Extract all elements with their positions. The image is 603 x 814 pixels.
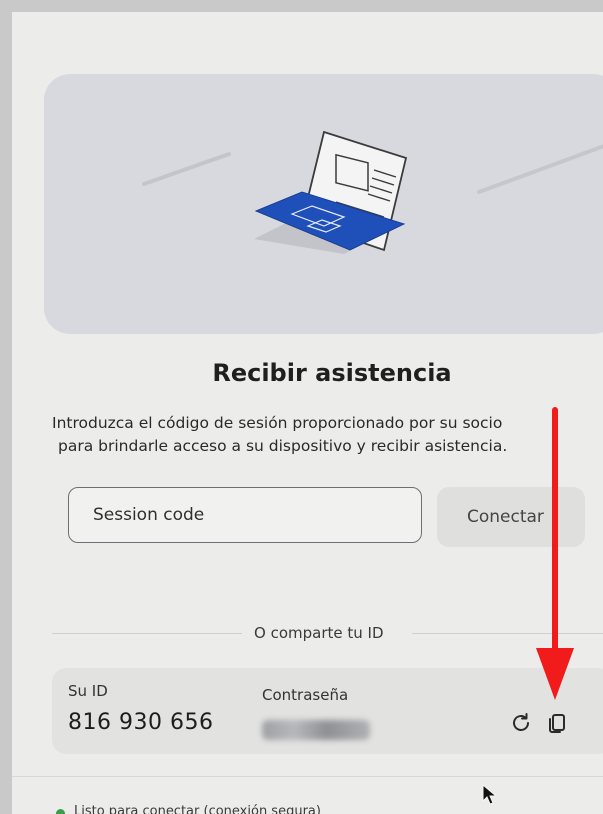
copy-credentials-button[interactable] <box>542 708 572 738</box>
connect-button[interactable]: Conectar <box>437 487 585 547</box>
divider-left <box>52 633 242 634</box>
status-text: Listo para conectar (conexión segura) <box>74 804 321 814</box>
page-title: Recibir asistencia <box>212 359 452 387</box>
session-code-input[interactable] <box>68 487 422 543</box>
copy-icon <box>549 714 565 733</box>
description-line-1: Introduzca el código de sesión proporcio… <box>52 414 503 432</box>
password-value-blurred <box>262 720 370 740</box>
hero-banner <box>44 74 603 334</box>
laptop-illustration-icon <box>142 130 603 254</box>
password-label: Contraseña <box>262 686 349 704</box>
mouse-cursor-icon <box>482 784 498 805</box>
id-card: Su ID 816 930 656 Contraseña <box>52 668 603 754</box>
description-line-2: para brindarle acceso a su dispositivo y… <box>58 437 508 455</box>
id-value: 816 930 656 <box>68 710 214 735</box>
refresh-password-button[interactable] <box>506 708 536 738</box>
support-app-window: Recibir asistencia Introduzca el código … <box>12 12 603 814</box>
divider-right <box>412 633 603 634</box>
page-description: Introduzca el código de sesión proporcio… <box>52 412 603 458</box>
share-id-label: O comparte tu ID <box>250 624 388 642</box>
status-indicator-dot <box>56 809 65 814</box>
status-bar: Listo para conectar (conexión segura) <box>12 776 603 814</box>
refresh-icon <box>513 713 529 731</box>
id-label: Su ID <box>68 682 108 700</box>
